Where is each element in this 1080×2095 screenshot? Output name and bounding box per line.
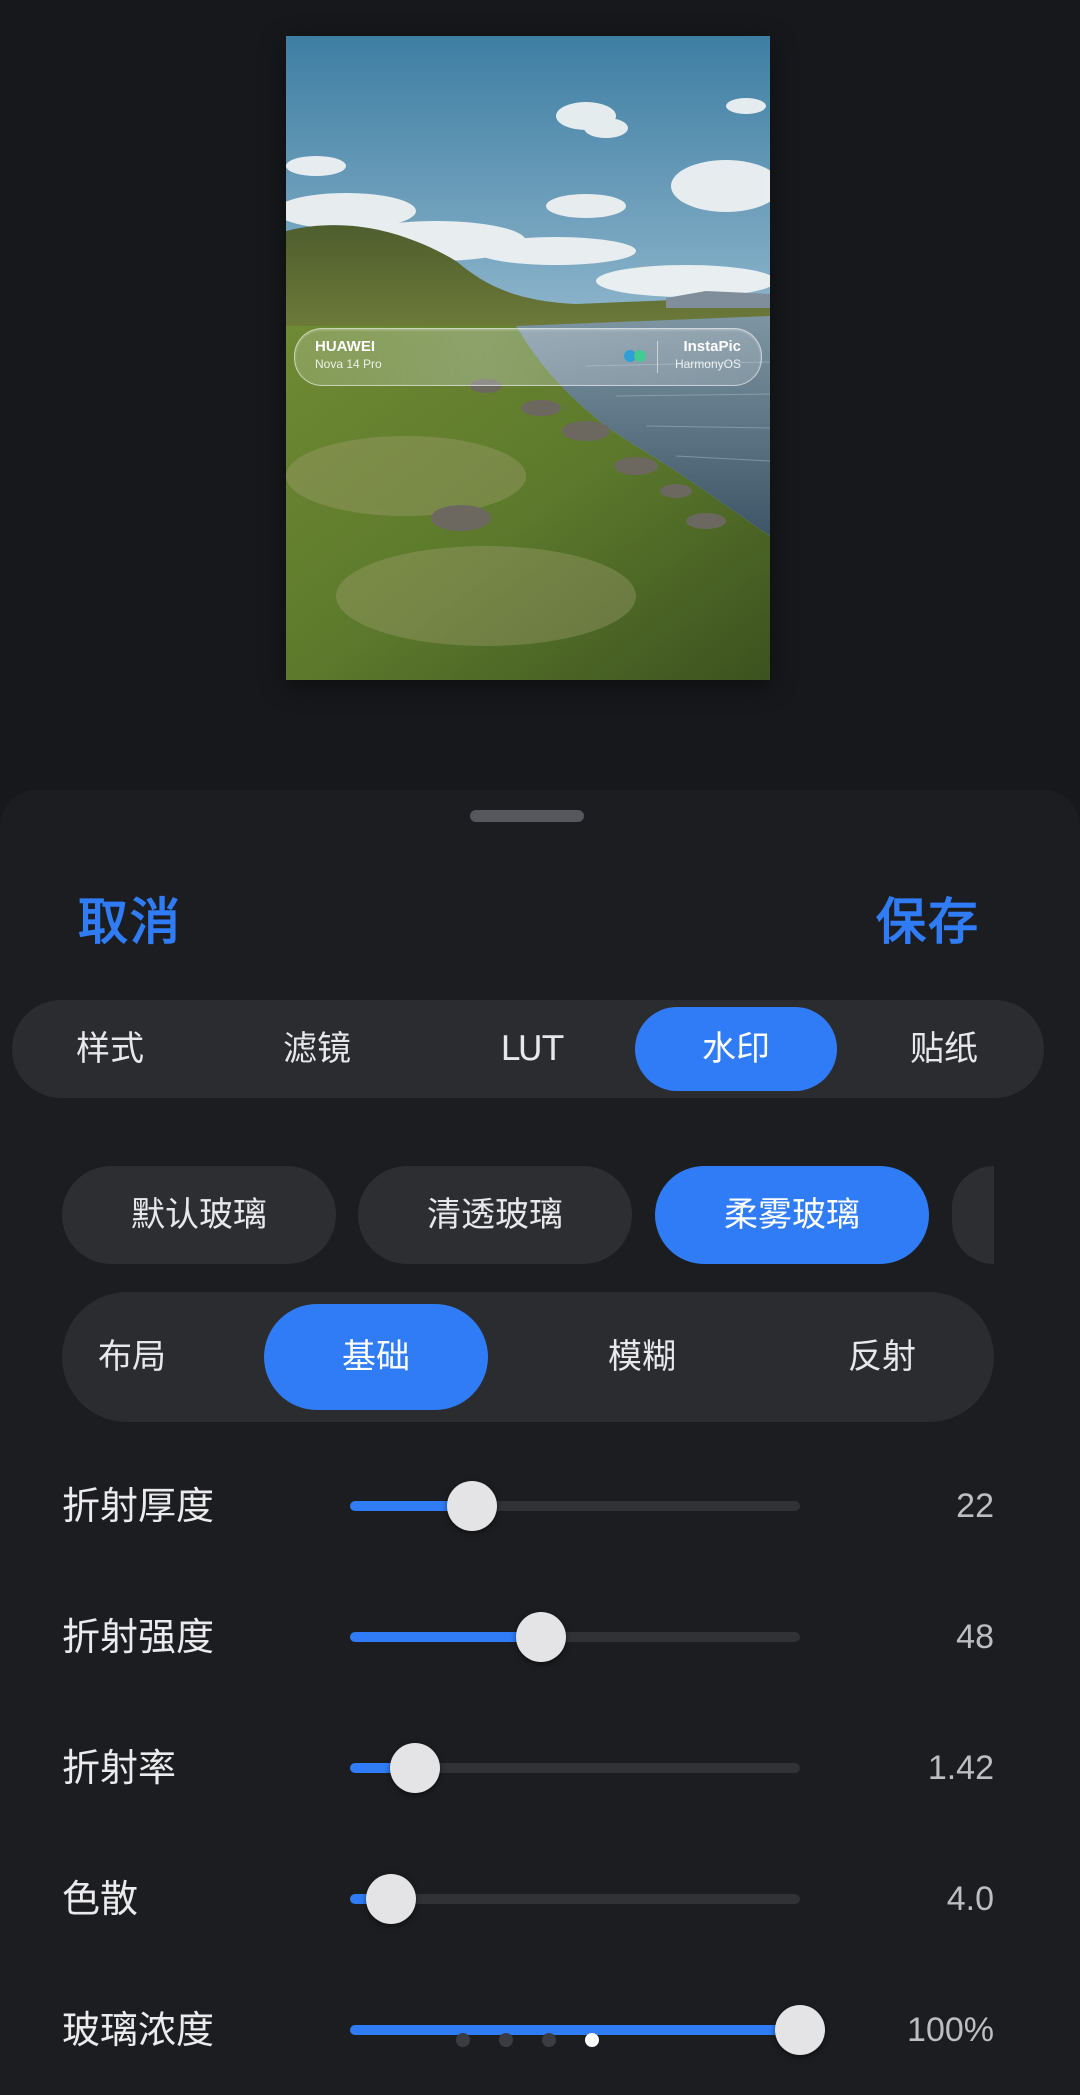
tab-lut[interactable]: LUT (432, 1007, 632, 1091)
page-dot[interactable] (456, 2033, 470, 2047)
page-dot[interactable] (542, 2033, 556, 2047)
drag-handle[interactable] (470, 810, 584, 822)
slider-label: 折射强度 (62, 1615, 215, 1659)
page-dot[interactable] (499, 2033, 513, 2047)
page-dot[interactable] (585, 2033, 599, 2047)
tab-sticker[interactable]: 贴纸 (854, 1007, 1034, 1091)
slider-fill (350, 1632, 542, 1642)
slider-thumb[interactable] (516, 1612, 567, 1662)
slider-thumb[interactable] (446, 1481, 497, 1531)
slider-track[interactable] (350, 1874, 800, 1924)
tab-style[interactable]: 样式 (20, 1007, 200, 1091)
slider-value: 100% (907, 2011, 994, 2049)
slider-refractive-index: 折射率 1.42 (0, 1738, 1080, 1798)
subtab-basic[interactable]: 基础 (264, 1304, 488, 1410)
preset-clear-glass[interactable]: 清透玻璃 (358, 1166, 632, 1264)
slider-label: 色散 (62, 1877, 139, 1921)
preview-photo: HUAWEI Nova 14 Pro InstaPic HarmonyOS (286, 36, 770, 680)
slider-value: 4.0 (946, 1880, 994, 1918)
slider-label: 折射厚度 (62, 1484, 215, 1528)
preset-next-partial[interactable] (952, 1166, 994, 1264)
slider-track[interactable] (350, 1481, 800, 1531)
edit-bottom-sheet: 取消 保存 样式 滤镜 LUT 水印 贴纸 默认玻璃 清透玻璃 柔雾玻璃 布局 … (0, 790, 1080, 2095)
slider-glass-density: 玻璃浓度 100% (0, 2000, 1080, 2060)
preset-default-glass[interactable]: 默认玻璃 (62, 1166, 336, 1264)
slider-thumb[interactable] (390, 1743, 441, 1793)
slider-track[interactable] (350, 1743, 800, 1793)
subtab-layout[interactable]: 布局 (62, 1304, 202, 1410)
subtab-blur[interactable]: 模糊 (542, 1304, 742, 1410)
watermark-os: HarmonyOS (674, 357, 741, 371)
slider-thumb[interactable] (365, 1874, 416, 1924)
slider-refraction-strength: 折射强度 48 (0, 1607, 1080, 1667)
app-logo-icon (624, 350, 646, 362)
watermark-model: Nova 14 Pro (315, 357, 382, 371)
tab-watermark[interactable]: 水印 (635, 1007, 837, 1091)
preset-frosted-glass[interactable]: 柔雾玻璃 (655, 1166, 929, 1264)
watermark-app: InstaPic (683, 338, 741, 355)
slider-value: 22 (956, 1487, 994, 1525)
glass-watermark: HUAWEI Nova 14 Pro InstaPic HarmonyOS (294, 328, 762, 386)
slider-value: 48 (956, 1618, 994, 1656)
watermark-brand: HUAWEI (315, 338, 375, 355)
tab-filter[interactable]: 滤镜 (222, 1007, 412, 1091)
cancel-button[interactable]: 取消 (78, 882, 182, 954)
subtab-reflection[interactable]: 反射 (782, 1304, 982, 1410)
sub-tab-bar: 布局 基础 模糊 反射 (62, 1292, 994, 1422)
slider-thumb[interactable] (775, 2005, 825, 2055)
watermark-divider (657, 341, 658, 373)
slider-dispersion: 色散 4.0 (0, 1869, 1080, 1929)
main-tab-bar: 样式 滤镜 LUT 水印 贴纸 (12, 1000, 1044, 1098)
slider-track[interactable] (350, 2005, 825, 2055)
slider-value: 1.42 (927, 1749, 994, 1787)
save-button[interactable]: 保存 (876, 882, 980, 954)
slider-label: 玻璃浓度 (62, 2008, 215, 2052)
slider-track[interactable] (350, 1612, 800, 1662)
slider-label: 折射率 (62, 1746, 177, 1790)
slider-fill (350, 2025, 800, 2035)
slider-refraction-thickness: 折射厚度 22 (0, 1476, 1080, 1536)
